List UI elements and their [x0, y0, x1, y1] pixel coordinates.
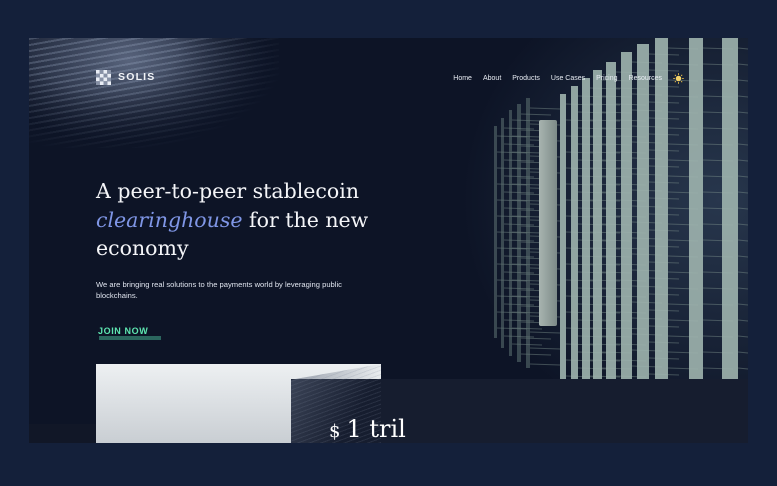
rack-shelf-line	[737, 223, 748, 226]
rack-shelf-line	[529, 107, 561, 110]
rack-bar	[501, 118, 504, 348]
rack-shelf-line	[737, 143, 748, 146]
rack-shelf-line	[737, 271, 748, 274]
main-nav: Home About Products Use Cases Pricing Re…	[453, 72, 684, 84]
nav-resources[interactable]: Resources	[629, 75, 662, 82]
sun-icon[interactable]	[673, 72, 684, 84]
rack-shelf-line	[529, 363, 561, 366]
nav-home[interactable]: Home	[453, 75, 472, 82]
rack-shelf-line	[520, 113, 552, 116]
rack-shelf-line	[737, 255, 748, 258]
rack-shelf-line	[737, 95, 748, 98]
stat-amount: 1 tril	[346, 415, 406, 443]
rack-bar	[606, 62, 616, 416]
rack-shelf-line	[737, 47, 748, 50]
rack-bar	[582, 78, 590, 400]
brand-logo[interactable]: SOLIS	[96, 69, 156, 85]
server-rack-door	[539, 120, 557, 326]
rack-shelf-line	[737, 191, 748, 194]
stat-currency: $	[329, 421, 341, 442]
rack-bar	[494, 126, 497, 338]
headline-start: A peer-to-peer stablecoin	[96, 179, 360, 203]
rack-shelf-line	[737, 111, 748, 114]
rack-bar	[621, 52, 632, 424]
rack-bar	[517, 104, 521, 362]
rack-shelf-line	[737, 303, 748, 306]
rack-shelf-line	[737, 207, 748, 210]
rack-shelf-line	[529, 347, 561, 350]
rack-shelf-line	[737, 351, 748, 354]
rack-shelf-line	[737, 335, 748, 338]
brand-name: SOLIS	[118, 71, 156, 83]
rack-shelf-line	[737, 127, 748, 130]
rack-bar	[509, 110, 512, 356]
rack-shelf-line	[520, 337, 552, 340]
nav-about[interactable]: About	[483, 75, 501, 82]
rack-bar	[593, 70, 602, 408]
nav-pricing[interactable]: Pricing	[596, 75, 617, 82]
rack-shelf-line	[737, 159, 748, 162]
stat-value: $1 tril	[329, 415, 406, 443]
rack-shelf-line	[737, 79, 748, 82]
cta-underline	[99, 336, 161, 340]
rack-shelf-line	[737, 287, 748, 290]
rack-shelf-line	[737, 239, 748, 242]
rack-shelf-line	[529, 331, 561, 334]
join-now-button[interactable]: JOIN NOW	[96, 326, 150, 336]
hero-subtitle: We are bringing real solutions to the pa…	[96, 280, 342, 300]
rack-bar	[560, 94, 566, 384]
hero-headline: A peer-to-peer stablecoin clearinghouse f…	[96, 177, 396, 263]
headline-accent: clearinghouse	[96, 207, 243, 232]
rack-shelf-line	[737, 319, 748, 322]
rack-bar	[637, 44, 649, 430]
rack-shelf-line	[520, 353, 552, 356]
checker-diamond-logo-icon	[96, 69, 111, 85]
rack-shelf-line	[737, 63, 748, 66]
hero-section: SOLIS Home About Products Use Cases Pric…	[29, 38, 748, 443]
rack-shelf-line	[737, 367, 748, 370]
nav-products[interactable]: Products	[512, 75, 540, 82]
rack-bar	[526, 98, 530, 368]
rack-bar	[571, 86, 578, 392]
rack-shelf-line	[737, 175, 748, 178]
nav-use-cases[interactable]: Use Cases	[551, 75, 585, 82]
